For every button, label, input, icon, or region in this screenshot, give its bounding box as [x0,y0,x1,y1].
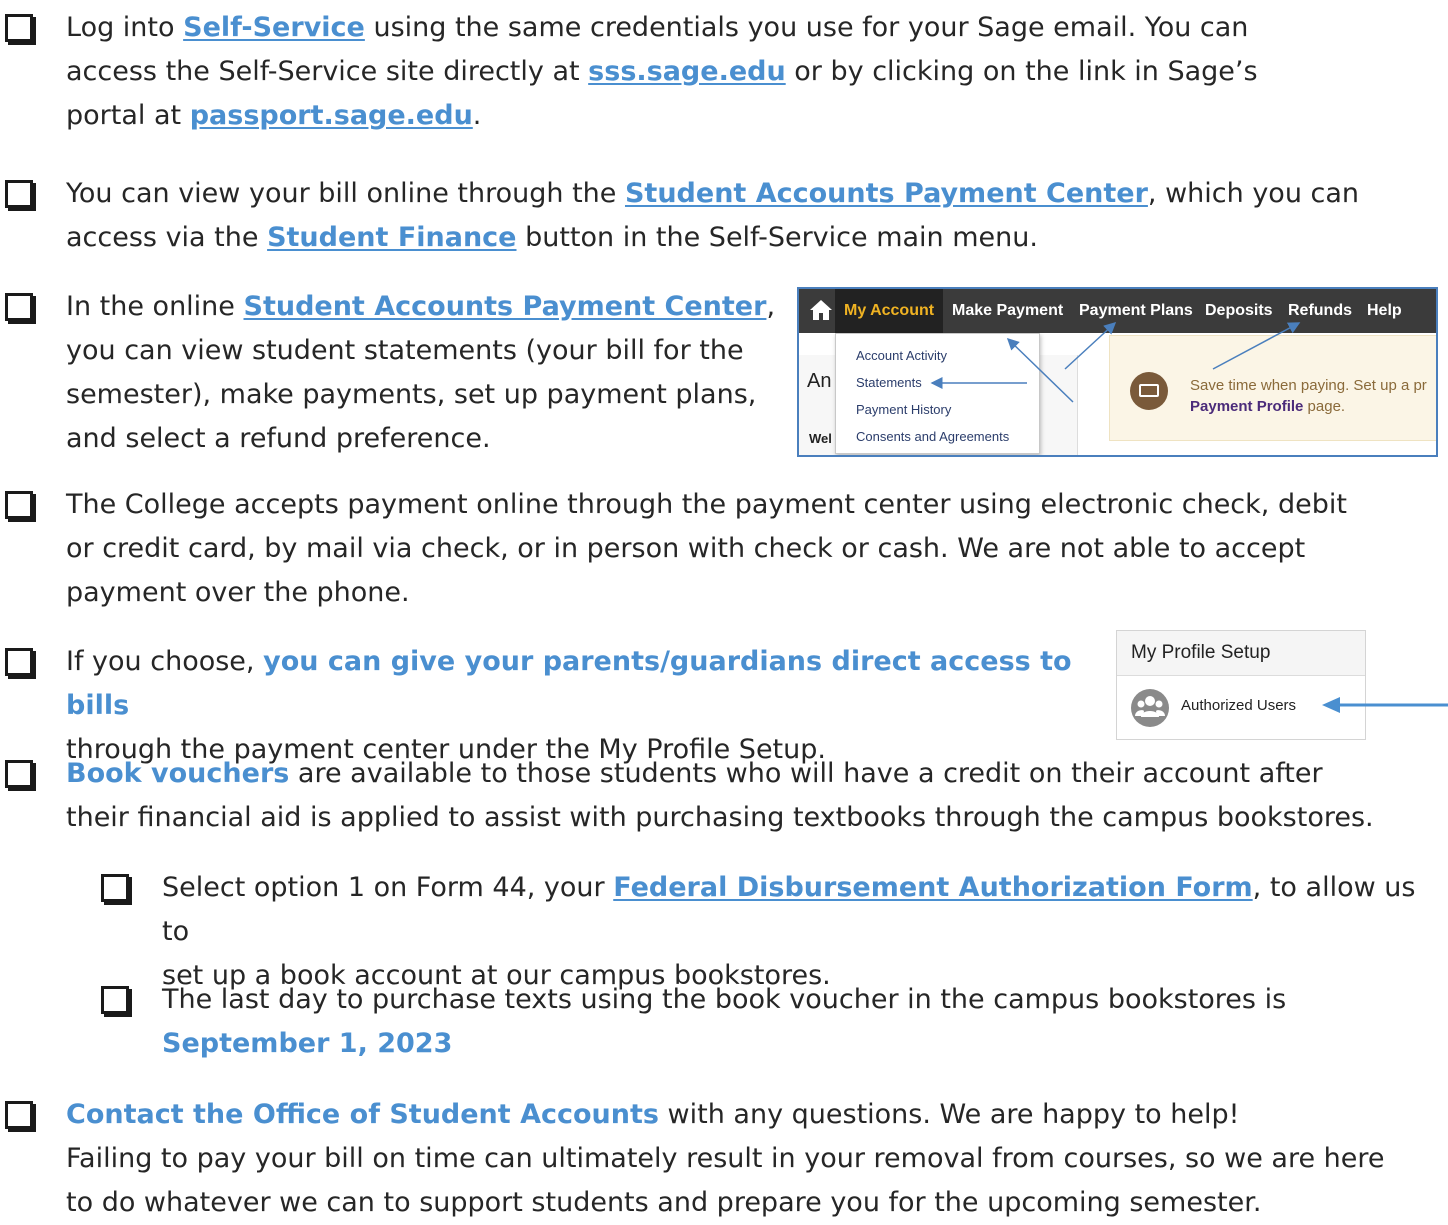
money-icon [1130,372,1168,410]
text-segment: Failing to pay your bill on time can ult… [66,1143,1385,1174]
text-segment: Select option 1 on Form 44, your [162,872,614,903]
text-segment: or credit card, by mail via check, or in… [66,533,1306,564]
text-segment: to do whatever we can to support student… [66,1187,1262,1218]
item-text: In the online Student Accounts Payment C… [66,285,775,461]
home-icon[interactable] [809,299,833,321]
menu-statements[interactable]: Statements [856,374,922,392]
payment-profile-link[interactable]: Payment Profile [1190,398,1303,415]
text-segment: payment over the phone. [66,577,410,608]
text-segment: are available to those students who will… [289,758,1323,789]
inline-link[interactable]: Federal Disbursement Authorization Form [613,872,1252,903]
text-segment: , which you can [1147,178,1360,209]
nav-help[interactable]: Help [1367,289,1402,333]
checkbox-icon[interactable] [5,14,33,42]
text-segment: . [472,100,482,131]
text-segment: portal at [66,100,190,131]
text-segment: with any questions. We are happy to help… [658,1099,1240,1130]
text-segment: access via the [66,222,268,253]
nav-refunds[interactable]: Refunds [1288,289,1352,333]
item-text: You can view your bill online through th… [66,172,1359,260]
profile-setup-screenshot: My Profile Setup Authorized Users [1116,630,1366,740]
text-segment: access the Self-Service site directly at [66,56,589,87]
checkbox-icon[interactable] [5,293,33,321]
text-segment: and select a refund preference. [66,423,491,454]
text-segment: , [766,291,776,322]
checkbox-icon[interactable] [5,1101,33,1129]
checkbox-icon[interactable] [5,760,33,788]
text-segment: or by clicking on the link in Sage’s [785,56,1258,87]
inline-link[interactable]: Student Accounts Payment Center [625,178,1148,209]
item-text: Contact the Office of Student Accounts w… [66,1093,1385,1225]
panel-title: An [807,370,832,392]
text-segment: You can view your bill online through th… [66,178,625,209]
nav-my-account[interactable]: My Account [835,289,944,333]
my-account-dropdown: Account Activity Statements Payment Hist… [835,333,1040,454]
text-segment: The College accepts payment online throu… [66,489,1347,520]
menu-account-activity[interactable]: Account Activity [856,347,947,365]
inline-link[interactable]: sss.sage.edu [588,56,786,87]
inline-link[interactable]: Student Finance [267,222,516,253]
menu-consents-agreements[interactable]: Consents and Agreements [856,428,1009,446]
notice-text-suffix: page. [1303,398,1346,415]
payment-center-screenshot: My Account Make Payment Payment Plans De… [797,287,1438,457]
checkbox-icon[interactable] [101,986,129,1014]
users-icon [1131,689,1169,727]
arrow-left-icon [1322,697,1448,713]
profile-setup-header: My Profile Setup [1117,631,1365,676]
checkbox-icon[interactable] [5,180,33,208]
nav-deposits[interactable]: Deposits [1205,289,1273,333]
text-segment: you can view student statements (your bi… [66,335,744,366]
highlight-text: Contact the Office of Student Accounts [66,1099,659,1130]
inline-link[interactable]: passport.sage.edu [190,100,473,131]
text-segment: button in the Self-Service main menu. [516,222,1038,253]
item-text: Book vouchers are available to those stu… [66,752,1374,840]
notice-text: Save time when paying. Set up a pr [1190,377,1427,394]
item-text: Log into Self-Service using the same cre… [66,6,1258,138]
highlight-text: Book vouchers [66,758,290,789]
menu-payment-history[interactable]: Payment History [856,401,951,419]
item-text: The last day to purchase texts using the… [162,978,1286,1066]
welcome-text: Wel [809,431,832,446]
payment-profile-notice: Save time when paying. Set up a pr Payme… [1109,335,1436,441]
text-segment: using the same credentials you use for y… [364,12,1249,43]
text-segment: semester), make payments, set up payment… [66,379,757,410]
payment-center-nav: My Account Make Payment Payment Plans De… [799,289,1436,333]
checkbox-icon[interactable] [101,874,129,902]
notice-text-line2: Payment Profile page. [1190,397,1345,417]
authorized-users-label: Authorized Users [1181,697,1297,714]
text-segment: The last day to purchase texts using the… [162,984,1287,1015]
highlight-text: September 1, 2023 [162,1028,453,1059]
inline-link[interactable]: Student Accounts Payment Center [244,291,767,322]
text-segment: Log into [66,12,184,43]
inline-link[interactable]: Self-Service [183,12,365,43]
checkbox-icon[interactable] [5,491,33,519]
item-text: The College accepts payment online throu… [66,483,1347,615]
profile-setup-title: My Profile Setup [1131,642,1271,663]
checkbox-icon[interactable] [5,648,33,676]
text-segment: In the online [66,291,244,322]
nav-make-payment[interactable]: Make Payment [952,289,1063,333]
text-segment: their financial aid is applied to assist… [66,802,1374,833]
nav-payment-plans[interactable]: Payment Plans [1079,289,1193,333]
text-segment: If you choose, [66,646,264,677]
